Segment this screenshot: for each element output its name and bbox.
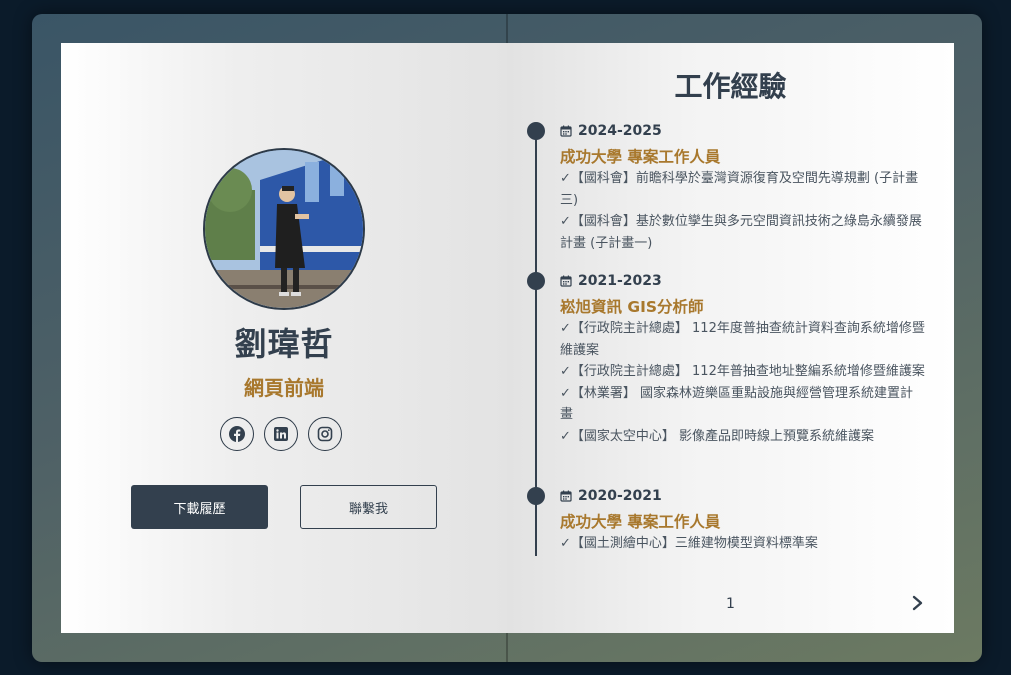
entry-years: 2020-2021 xyxy=(560,488,662,504)
linkedin-link[interactable] xyxy=(264,417,298,451)
profile-page: 劉瑋哲 網頁前端 下載履歷 聯繫我 xyxy=(61,43,507,633)
calendar-icon xyxy=(560,125,572,137)
book: 劉瑋哲 網頁前端 下載履歷 聯繫我 工作經驗 2024-2025 成功大學 專案… xyxy=(32,14,982,662)
calendar-icon xyxy=(560,275,572,287)
entry-item: ✓【國家太空中心】 影像產品即時線上預覽系統維護案 xyxy=(560,428,875,444)
entry-years: 2024-2025 xyxy=(560,123,662,139)
instagram-icon xyxy=(317,426,333,442)
entry-job: 成功大學 專案工作人員 xyxy=(560,148,721,166)
experience-title: 工作經驗 xyxy=(674,70,787,103)
entry-item: ✓【林業署】 國家森林遊樂區重點設施與經營管理系統建置計畫 xyxy=(560,385,914,423)
avatar-photo xyxy=(205,150,363,308)
entry-job: 崧旭資訊 GIS分析師 xyxy=(560,298,704,316)
entry-years-text: 2020-2021 xyxy=(578,488,662,504)
entry-item: ✓【行政院主計總處】 112年度普抽查統計資料查詢系統增修暨維護案 xyxy=(560,321,925,358)
entry-years: 2021-2023 xyxy=(560,273,662,289)
page-number: 1 xyxy=(726,596,735,612)
entry-years-text: 2024-2025 xyxy=(578,123,662,139)
entry-item: ✓【國土測繪中心】三維建物模型資料標準案 xyxy=(560,536,818,551)
linkedin-icon xyxy=(274,427,288,441)
facebook-icon xyxy=(229,426,245,442)
timeline-dot xyxy=(527,122,545,140)
chevron-right-icon xyxy=(912,595,923,611)
entry-item: ✓【行政院主計總處】 112年普抽查地址整編系統增修暨維護案 xyxy=(560,364,925,379)
instagram-link[interactable] xyxy=(308,417,342,451)
entry-item: ✓【國科會】前瞻科學於臺灣資源復育及空間先導規劃 (子計畫三) xyxy=(560,171,919,208)
profile-role: 網頁前端 xyxy=(244,376,324,400)
download-resume-button[interactable]: 下載履歷 xyxy=(131,485,268,529)
entry-items: ✓【國科會】前瞻科學於臺灣資源復育及空間先導規劃 (子計畫三) ✓【國科會】基於… xyxy=(560,168,926,254)
entry-job: 成功大學 專案工作人員 xyxy=(560,513,721,531)
entry-item: ✓【國科會】基於數位孿生與多元空間資訊技術之綠島永續發展計畫 (子計畫一) xyxy=(560,214,922,251)
facebook-link[interactable] xyxy=(220,417,254,451)
entry-items: ✓【行政院主計總處】 112年度普抽查統計資料查詢系統增修暨維護案 ✓【行政院主… xyxy=(560,318,926,447)
experience-page: 工作經驗 2024-2025 成功大學 專案工作人員 ✓【國科會】前瞻科學於臺灣… xyxy=(507,43,954,633)
entry-years-text: 2021-2023 xyxy=(578,273,662,289)
avatar xyxy=(203,148,365,310)
calendar-icon xyxy=(560,490,572,502)
contact-me-button[interactable]: 聯繫我 xyxy=(300,485,437,529)
timeline-dot xyxy=(527,272,545,290)
timeline-dot xyxy=(527,487,545,505)
social-links xyxy=(220,417,350,455)
entry-items: ✓【國土測繪中心】三維建物模型資料標準案 xyxy=(560,533,926,555)
next-page-button[interactable] xyxy=(911,594,925,616)
profile-name: 劉瑋哲 xyxy=(234,325,334,363)
